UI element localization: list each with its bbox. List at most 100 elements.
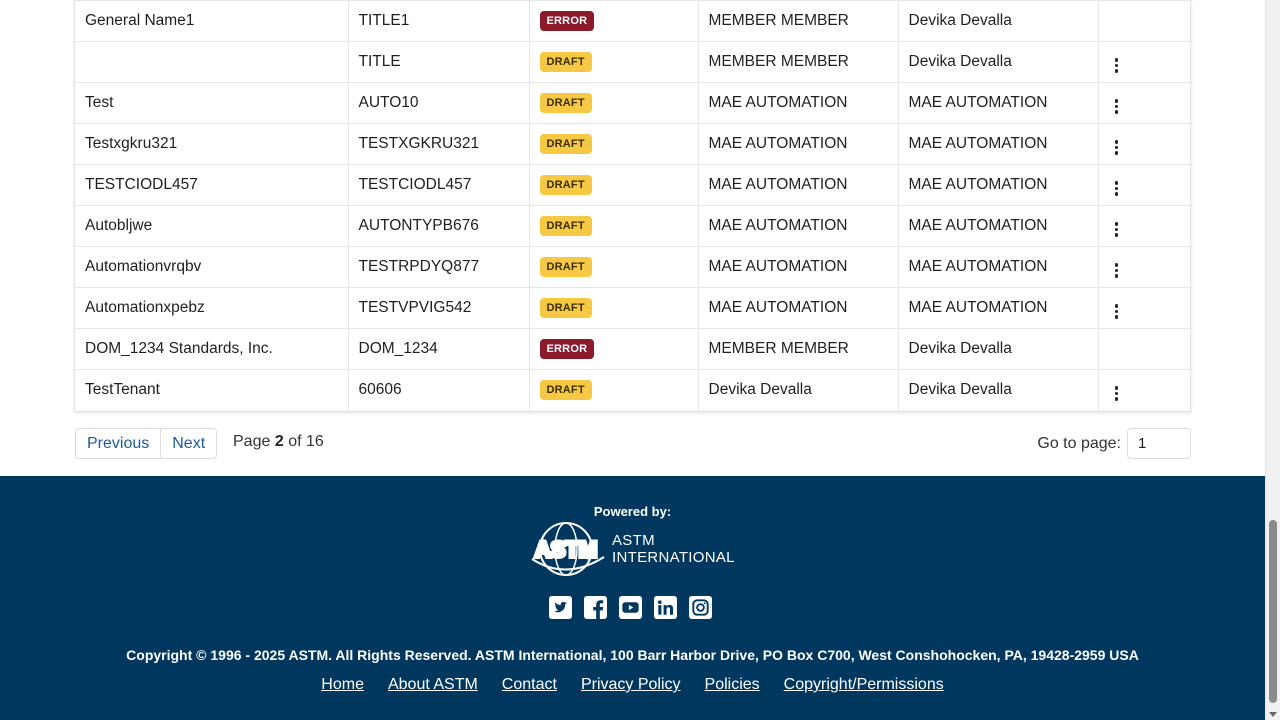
footer-link-about[interactable]: About ASTM [388, 676, 478, 694]
cell-code: AUTONTYPB676 [348, 205, 530, 247]
vertical-scrollbar[interactable] [1265, 0, 1280, 720]
cell-updated-by: Devika Devalla [898, 41, 1099, 83]
kebab-menu-icon[interactable] [1109, 301, 1125, 321]
cell-updated-by: Devika Devalla [898, 0, 1099, 42]
linkedin-icon[interactable] [654, 596, 677, 619]
facebook-icon[interactable] [584, 596, 607, 619]
astm-logo-line2: INTERNATIONAL [612, 549, 735, 566]
scroll-down-arrow-icon[interactable] [1269, 712, 1277, 717]
scrollbar-thumb[interactable] [1269, 520, 1277, 703]
footer-link-policies[interactable]: Policies [705, 676, 760, 694]
cell-actions [1098, 370, 1192, 411]
cell-created-by-text: MEMBER MEMBER [708, 340, 849, 357]
cell-code: AUTO10 [348, 82, 530, 124]
kebab-dot [1114, 391, 1119, 396]
table-row: General Name1 TITLE1 ERROR MEMBER MEMBER Dev… [75, 0, 1192, 42]
cell-created-by-text: MEMBER MEMBER [708, 53, 849, 70]
cell-name-text: Autobljwe [85, 217, 153, 234]
cell-name-text: Automationxpebz [85, 299, 205, 316]
cell-actions [1098, 164, 1192, 206]
kebab-dot [1114, 274, 1119, 278]
cell-status: DRAFT [529, 41, 699, 83]
kebab-menu-icon[interactable] [1109, 178, 1125, 198]
kebab-menu-icon[interactable] [1109, 137, 1125, 157]
twitter-icon[interactable] [549, 596, 572, 619]
go-to-page: Go to page: [1037, 428, 1191, 459]
cell-code-text: 60606 [358, 381, 402, 399]
cell-code-text: TESTRPDYQ877 [358, 258, 480, 275]
cell-code-text: AUTONTYPB676 [358, 217, 479, 234]
cell-updated-by: MAE AUTOMATION [898, 246, 1099, 288]
page-total: of 16 [288, 433, 324, 450]
status-badge: DRAFT [539, 175, 592, 195]
next-page-button[interactable]: Next [160, 429, 217, 458]
kebab-menu-icon[interactable] [1109, 55, 1125, 75]
cell-name: TESTCIODL457 [75, 164, 349, 206]
table-row: Test AUTO10 DRAFT MAE AUTOMATION MAE AUTOMAT… [75, 82, 1192, 124]
kebab-dot [1114, 151, 1119, 155]
cell-updated-by-text: Devika Devalla [908, 53, 1012, 70]
cell-created-by-text: MAE AUTOMATION [708, 135, 848, 152]
cell-code-text: TESTCIODL457 [358, 176, 472, 193]
cell-updated-by-text: MAE AUTOMATION [908, 258, 1048, 275]
cell-code: DOM_1234 [348, 328, 530, 370]
cell-updated-by: MAE AUTOMATION [898, 287, 1099, 329]
site-footer: Powered by: ASTM ASTM ASTM INTERNATIONAL [0, 476, 1265, 720]
cell-updated-by-text: Devika Devalla [908, 12, 1012, 29]
cell-name-text: Automationvrqbv [85, 258, 202, 275]
kebab-dot [1114, 186, 1119, 191]
table-row: Automationxpebz TESTVPVIG542 DRAFT MAE AUTO… [75, 287, 1192, 329]
footer-link-privacy-policy[interactable]: Privacy Policy [581, 676, 681, 694]
status-badge: DRAFT [539, 298, 592, 318]
cell-status: DRAFT [529, 164, 699, 206]
cell-updated-by-text: MAE AUTOMATION [908, 299, 1048, 316]
cell-updated-by: MAE AUTOMATION [898, 123, 1099, 165]
cell-created-by: MAE AUTOMATION [698, 205, 899, 247]
kebab-dot [1114, 145, 1119, 150]
cell-updated-by: MAE AUTOMATION [898, 205, 1099, 247]
powered-by-label: Powered by: [593, 504, 672, 519]
cell-updated-by-text: Devika Devalla [908, 381, 1012, 399]
copyright-text: Copyright © 1996 - 2025 ASTM. All Rights… [126, 647, 1139, 663]
astm-logo-mark-fill: ASTM [535, 537, 597, 562]
cell-code: TESTCIODL457 [348, 164, 530, 206]
previous-page-button[interactable]: Previous [76, 429, 161, 458]
cell-status: DRAFT [529, 246, 699, 288]
footer-link-home[interactable]: Home [321, 676, 364, 694]
cell-created-by-text: MAE AUTOMATION [708, 217, 848, 234]
page: General Name1 TITLE1 ERROR MEMBER MEMBER Dev… [0, 0, 1265, 720]
footer-link-contact[interactable]: Contact [502, 676, 557, 694]
cell-code: TESTRPDYQ877 [348, 246, 530, 288]
cell-created-by: MAE AUTOMATION [698, 82, 899, 124]
kebab-menu-icon[interactable] [1109, 384, 1125, 404]
status-badge: DRAFT [539, 52, 592, 72]
kebab-dot [1114, 58, 1119, 62]
cell-actions [1098, 287, 1192, 329]
youtube-icon[interactable] [619, 596, 642, 619]
status-badge: DRAFT [539, 216, 592, 236]
cell-created-by-text: MAE AUTOMATION [708, 299, 848, 316]
cell-code-text: DOM_1234 [358, 340, 438, 357]
cell-status: ERROR [529, 328, 699, 370]
astm-logo-line1: ASTM [612, 532, 655, 549]
kebab-menu-icon[interactable] [1109, 96, 1125, 116]
cell-name-text: Test [85, 94, 114, 111]
cell-updated-by-text: MAE AUTOMATION [908, 217, 1048, 234]
status-badge: DRAFT [539, 257, 592, 277]
table-row: Automationvrqbv TESTRPDYQ877 DRAFT MAE AUTO… [75, 246, 1192, 288]
go-to-page-label: Go to page: [1037, 434, 1121, 452]
kebab-menu-icon[interactable] [1109, 260, 1125, 280]
cell-actions [1098, 123, 1192, 165]
table-row: TESTCIODL457 TESTCIODL457 DRAFT MAE AUTOMAT… [75, 164, 1192, 206]
kebab-menu-icon[interactable] [1109, 219, 1125, 239]
footer-link-copyright-permissions[interactable]: Copyright/Permissions [784, 676, 944, 694]
cell-name: DOM_1234 Standards, Inc. [75, 328, 349, 370]
table-row: Testxgkru321 TESTXGKRU321 DRAFT MAE AUTOMAT… [75, 123, 1192, 165]
cell-name: Testxgkru321 [75, 123, 349, 165]
go-to-page-input[interactable] [1127, 428, 1191, 459]
instagram-icon[interactable] [689, 596, 712, 619]
cell-created-by: MAE AUTOMATION [698, 287, 899, 329]
kebab-dot [1114, 315, 1119, 319]
astm-logo[interactable]: ASTM ASTM ASTM INTERNATIONAL [530, 519, 735, 579]
cell-created-by-text: MAE AUTOMATION [708, 94, 848, 111]
